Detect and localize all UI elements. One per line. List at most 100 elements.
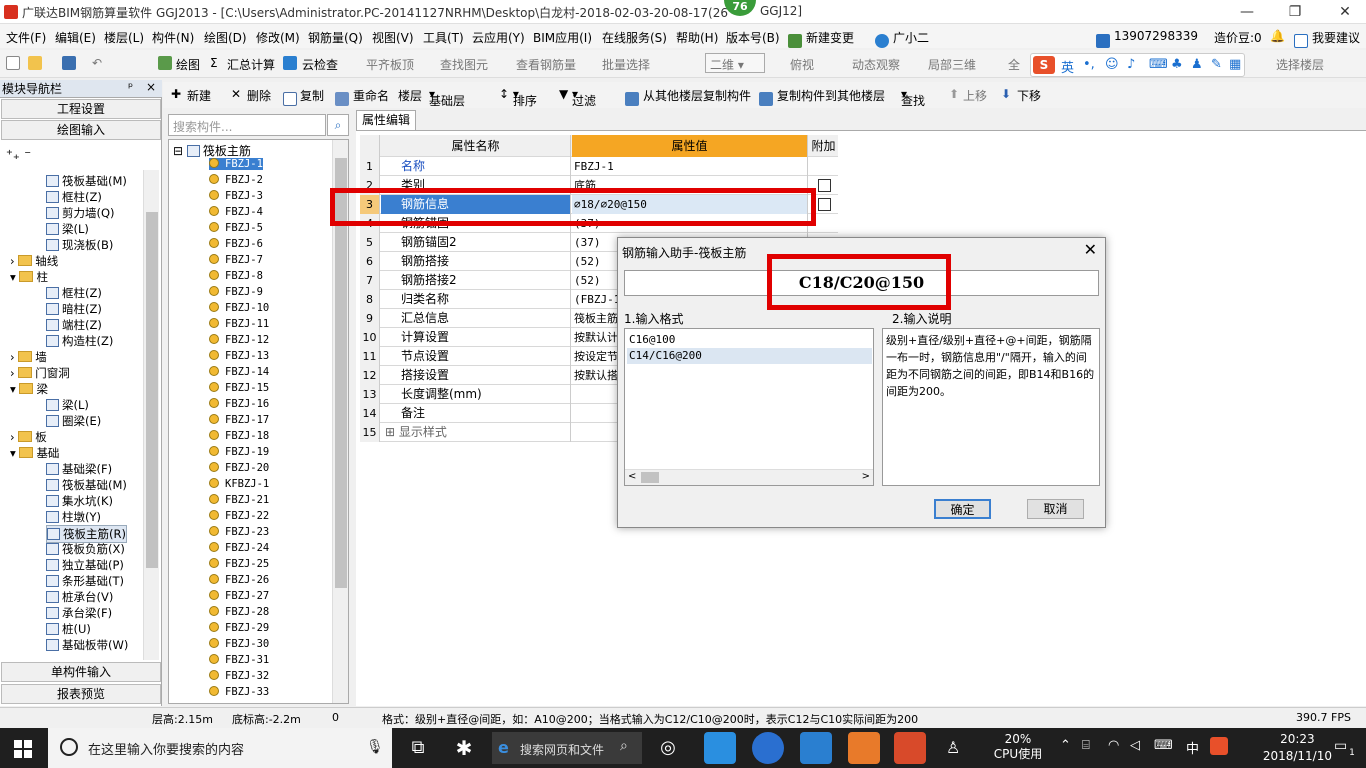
ok-button[interactable]: 确定 <box>934 499 991 519</box>
component-item[interactable]: FBZJ-3 <box>209 190 263 202</box>
clock[interactable]: 20:23 2018/11/10 <box>1263 731 1332 765</box>
menu-version[interactable]: 版本号(B) <box>726 29 780 46</box>
new-file-icon[interactable] <box>6 56 23 70</box>
flat-top-button[interactable]: 平齐板顶 <box>366 56 414 73</box>
dialog-close-icon[interactable]: ✕ <box>1084 240 1097 259</box>
menu-online[interactable]: 在线服务(S) <box>602 29 667 46</box>
menu-rebar[interactable]: 钢筋量(Q) <box>308 29 363 46</box>
nav-item[interactable]: 承台梁(F) <box>46 605 112 621</box>
mic-icon[interactable]: 🎙 <box>366 739 384 755</box>
ime-lang[interactable]: 英 <box>1061 57 1074 76</box>
component-item[interactable]: FBZJ-13 <box>209 350 269 362</box>
component-item[interactable]: FBZJ-23 <box>209 526 269 538</box>
start-icon[interactable] <box>14 740 32 758</box>
close-icon[interactable]: × <box>146 80 156 94</box>
format-item[interactable]: C16@100 <box>627 332 872 348</box>
scroll-left-icon[interactable]: < <box>628 471 636 482</box>
component-item[interactable]: FBZJ-33 <box>209 686 269 698</box>
filter-button[interactable]: ▼ 过滤 ▾ <box>559 87 596 108</box>
property-row[interactable]: 1 名称 FBZJ-1 <box>360 157 838 176</box>
view-rebar-button[interactable]: 查看钢筋量 <box>516 56 576 73</box>
save-icon[interactable] <box>62 56 79 70</box>
component-item[interactable]: FBZJ-28 <box>209 606 269 618</box>
component-item[interactable]: FBZJ-20 <box>209 462 269 474</box>
taskbar-search[interactable]: 在这里输入你要搜索的内容 🎙 <box>48 728 392 768</box>
tab-property-edit[interactable]: 属性编辑 <box>356 110 416 130</box>
batch-select-button[interactable]: 批量选择 <box>602 56 650 73</box>
component-item[interactable]: FBZJ-22 <box>209 510 269 522</box>
component-item[interactable]: FBZJ-4 <box>209 206 263 218</box>
delete-button[interactable]: 删除 <box>247 87 271 104</box>
menu-file[interactable]: 文件(F) <box>6 29 46 46</box>
component-item[interactable]: FBZJ-11 <box>209 318 269 330</box>
component-item[interactable]: FBZJ-9 <box>209 286 263 298</box>
nav-item[interactable]: 现浇板(B) <box>46 237 113 253</box>
expander-icon[interactable]: › <box>10 430 18 444</box>
component-item[interactable]: FBZJ-14 <box>209 366 269 378</box>
nav-item[interactable]: 筏板负筋(X) <box>46 541 125 557</box>
nav-item[interactable]: 条形基础(T) <box>46 573 124 589</box>
nav-item[interactable]: 桩(U) <box>46 621 91 637</box>
expander-icon[interactable]: › <box>10 254 18 268</box>
skin-icon[interactable]: ♣ <box>1171 57 1183 72</box>
tool-icon[interactable]: ✎ <box>1211 57 1222 72</box>
fan-icon[interactable]: ✱ <box>448 732 480 764</box>
scroll-right-icon[interactable]: > <box>862 471 870 482</box>
nav-item[interactable]: 圈梁(E) <box>46 413 101 429</box>
close-button[interactable]: ✕ <box>1330 2 1360 22</box>
search-icon[interactable]: ⌕ <box>327 114 349 136</box>
nav-folder[interactable]: ▾ 柱 <box>10 269 48 285</box>
nav-item[interactable]: 筏板基础(M) <box>46 477 127 493</box>
expander-icon[interactable]: ▾ <box>10 446 19 460</box>
nav-folder[interactable]: ▾ 梁 <box>10 381 48 397</box>
expander-icon[interactable]: ▾ <box>10 382 19 396</box>
component-item[interactable]: FBZJ-21 <box>209 494 269 506</box>
project-settings-button[interactable]: 工程设置 <box>1 99 161 119</box>
menu-tools[interactable]: 工具(T) <box>423 29 464 46</box>
expand-icon[interactable]: ⊞ <box>385 425 399 439</box>
cpu-monitor[interactable]: 20% CPU使用 <box>990 732 1046 762</box>
view-mode-select[interactable]: 二维 ▾ <box>705 53 765 73</box>
top-view-button[interactable]: 俯视 <box>790 56 814 73</box>
nav-item[interactable]: 梁(L) <box>46 221 89 237</box>
app-swirl-icon[interactable]: ◎ <box>652 732 684 764</box>
drawing-input-button[interactable]: 绘图输入 <box>1 120 161 140</box>
component-item[interactable]: FBZJ-5 <box>209 222 263 234</box>
find-element-button[interactable]: 查找图元 <box>440 56 488 73</box>
expander-icon[interactable]: ▾ <box>10 270 19 284</box>
component-item[interactable]: FBZJ-29 <box>209 622 269 634</box>
people-icon[interactable]: ♙ <box>946 738 960 757</box>
local-3d-button[interactable]: 局部三维 <box>928 56 976 73</box>
extra-checkbox[interactable] <box>818 179 831 192</box>
menu-new-change[interactable]: 新建变更 <box>806 29 854 46</box>
menu-component[interactable]: 构件(N) <box>152 29 194 46</box>
copy-from-floor-button[interactable]: 从其他楼层复制构件 <box>643 87 751 104</box>
component-item[interactable]: FBZJ-16 <box>209 398 269 410</box>
component-item[interactable]: FBZJ-17 <box>209 414 269 426</box>
component-item[interactable]: FBZJ-12 <box>209 334 269 346</box>
tray-chevron-icon[interactable]: ⌃ <box>1060 738 1071 753</box>
punct-icon[interactable]: •, <box>1083 57 1095 72</box>
component-item[interactable]: FBZJ-19 <box>209 446 269 458</box>
component-item[interactable]: FBZJ-26 <box>209 574 269 586</box>
nav-item[interactable]: 暗柱(Z) <box>46 301 102 317</box>
full-screen-button[interactable]: 全 <box>1008 56 1020 73</box>
menu-assistant[interactable]: 广小二 <box>893 29 929 46</box>
open-file-icon[interactable] <box>28 56 45 70</box>
keyboard-tray-icon[interactable]: ⌨ <box>1154 738 1173 753</box>
report-preview-button[interactable]: 报表预览 <box>1 684 161 704</box>
volume-icon[interactable]: ◁ <box>1130 738 1140 753</box>
nav-scroll-thumb[interactable] <box>146 212 158 568</box>
wifi-icon[interactable]: ◠ <box>1108 738 1119 753</box>
keyboard-icon[interactable]: ⌨ <box>1149 57 1168 72</box>
nav-item[interactable]: 柱墩(Y) <box>46 509 101 525</box>
nav-folder[interactable]: › 板 <box>10 429 47 445</box>
select-floor-button[interactable]: 选择楼层 <box>1276 56 1324 73</box>
nav-item[interactable]: 框柱(Z) <box>46 285 102 301</box>
pdf-app-icon[interactable] <box>848 732 880 764</box>
sort-button[interactable]: ↕ 排序 ▾ <box>499 87 537 108</box>
nav-folder[interactable]: ▾ 基础 <box>10 445 59 461</box>
nav-item[interactable]: 基础梁(F) <box>46 461 112 477</box>
bell-icon[interactable]: 🔔 <box>1270 29 1285 43</box>
find-button[interactable]: 查找 ▾ <box>901 87 925 108</box>
